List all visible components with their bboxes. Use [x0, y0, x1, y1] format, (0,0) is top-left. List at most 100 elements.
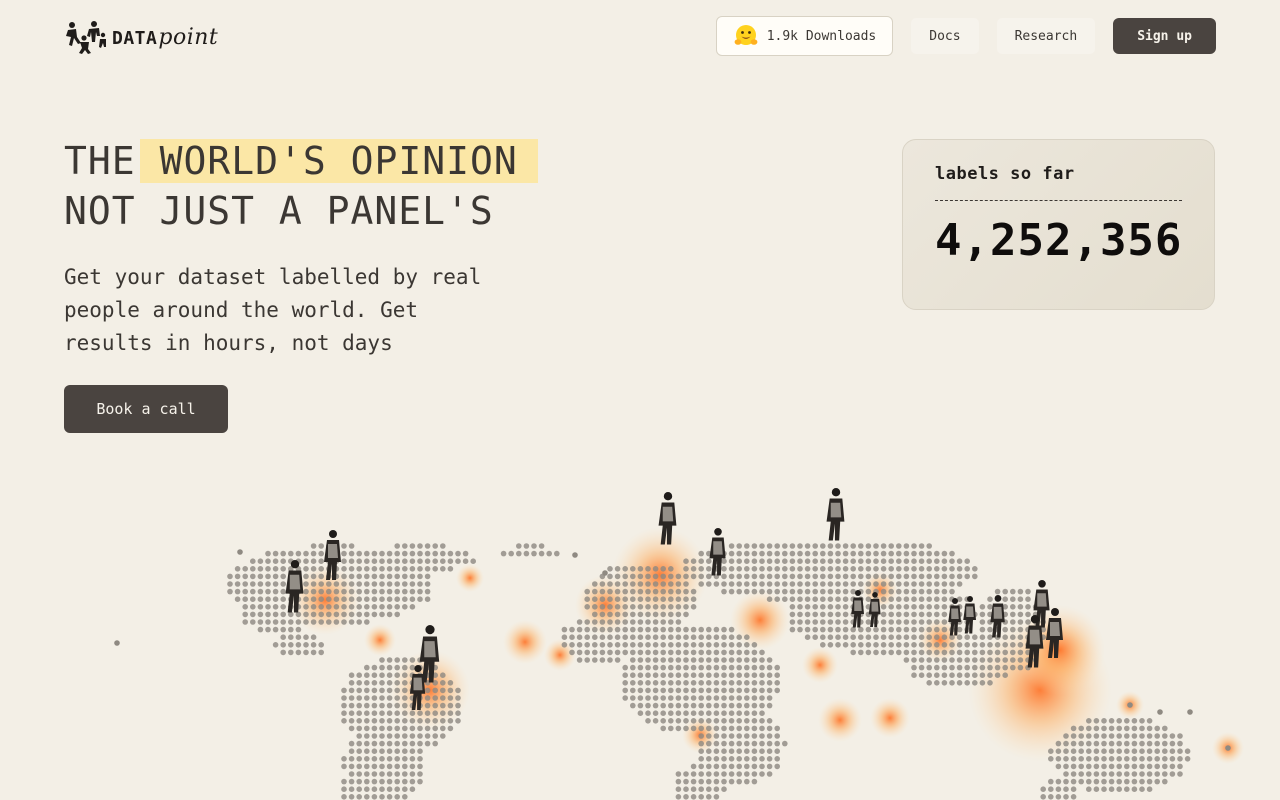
- map-dot: [979, 604, 986, 610]
- signup-button[interactable]: Sign up: [1113, 18, 1216, 54]
- map-dot: [637, 619, 644, 625]
- map-dot: [622, 566, 628, 572]
- map-dot: [979, 619, 986, 625]
- map-dot: [736, 748, 742, 754]
- map-dot: [424, 695, 431, 701]
- map-dot: [386, 786, 393, 792]
- map-dot: [835, 604, 841, 610]
- map-dot: [774, 725, 780, 732]
- map-dot: [774, 581, 780, 587]
- map-dot: [242, 619, 248, 625]
- map-dot: [751, 763, 758, 770]
- map-dot: [766, 695, 773, 701]
- map-dot: [1070, 740, 1077, 747]
- map-dot: [759, 702, 765, 709]
- map-dot: [782, 581, 788, 587]
- map-dot: [364, 756, 370, 762]
- map-dot: [728, 657, 735, 663]
- map-dot: [979, 672, 986, 678]
- map-dot: [326, 581, 332, 587]
- map-dot: [1063, 771, 1069, 777]
- map-dot: [1169, 756, 1176, 762]
- map-dot: [698, 771, 704, 777]
- map-dot: [356, 740, 363, 747]
- brand-logo[interactable]: DATApoint: [64, 20, 218, 54]
- map-dot: [622, 573, 628, 580]
- map-dot: [835, 581, 841, 587]
- map-dot: [683, 558, 689, 564]
- map-dot: [417, 588, 423, 595]
- map-dot: [424, 687, 431, 694]
- map-dot: [637, 672, 644, 678]
- map-dot: [386, 687, 393, 694]
- map-dot: [683, 664, 689, 671]
- map-dot: [690, 604, 697, 610]
- map-dot: [386, 702, 393, 709]
- docs-link[interactable]: Docs: [911, 18, 979, 54]
- map-dot: [728, 695, 735, 701]
- map-dot: [1063, 763, 1069, 770]
- map-dot: [607, 611, 613, 618]
- map-dot: [1017, 619, 1024, 625]
- map-dot: [804, 588, 811, 595]
- map-dot: [417, 558, 423, 564]
- map-dot: [751, 702, 758, 709]
- map-dot: [736, 763, 742, 770]
- map-dot: [622, 649, 628, 656]
- map-dot: [1093, 725, 1100, 732]
- map-dot: [424, 718, 431, 724]
- map-dot: [789, 573, 796, 580]
- map-dot: [637, 702, 644, 709]
- map-dot: [455, 718, 461, 724]
- map-dot: [652, 573, 659, 580]
- map-dot: [310, 581, 317, 587]
- map-dot: [835, 634, 841, 640]
- map-dot: [751, 748, 758, 754]
- heat-spot: [364, 624, 396, 656]
- map-dot: [903, 566, 910, 572]
- research-link[interactable]: Research: [996, 18, 1096, 54]
- map-dot: [341, 786, 347, 792]
- map-dot: [1002, 649, 1008, 656]
- map-dot: [348, 566, 355, 572]
- map-dot: [386, 794, 393, 800]
- map-dot: [888, 604, 894, 610]
- map-dot: [949, 664, 955, 671]
- book-call-button[interactable]: Book a call: [64, 385, 228, 433]
- map-dot: [409, 718, 416, 724]
- map-dot: [706, 695, 712, 701]
- map-dot: [721, 710, 727, 716]
- map-dot: [706, 778, 712, 785]
- map-dot: [288, 649, 294, 656]
- map-dot: [356, 718, 363, 724]
- hero-title-plain: THE: [64, 139, 136, 183]
- map-dot: [683, 718, 689, 724]
- map-dot: [1187, 709, 1193, 715]
- map-dot: [516, 550, 522, 557]
- map-dot: [440, 718, 446, 724]
- map-dot: [348, 573, 355, 580]
- map-dot: [918, 626, 925, 633]
- map-dot: [918, 672, 925, 678]
- map-dot: [402, 687, 408, 694]
- map-dot: [379, 778, 385, 785]
- map-dot: [911, 566, 917, 572]
- map-dot: [683, 642, 689, 648]
- downloads-badge-button[interactable]: 1.9k Downloads: [715, 16, 894, 56]
- map-dot: [858, 543, 864, 549]
- map-dot: [774, 596, 780, 602]
- map-dot: [310, 543, 317, 549]
- map-dot: [744, 710, 750, 716]
- map-dot: [394, 794, 401, 800]
- map-dot: [675, 771, 682, 777]
- map-dot: [1070, 771, 1077, 777]
- map-dot: [683, 794, 689, 800]
- map-dot: [797, 588, 803, 595]
- map-dot: [1131, 786, 1138, 792]
- map-dot: [1169, 740, 1176, 747]
- map-dot: [1017, 634, 1024, 640]
- map-dot: [751, 649, 758, 656]
- map-dot: [417, 778, 423, 785]
- map-dot: [614, 588, 621, 595]
- map-dot: [766, 687, 773, 694]
